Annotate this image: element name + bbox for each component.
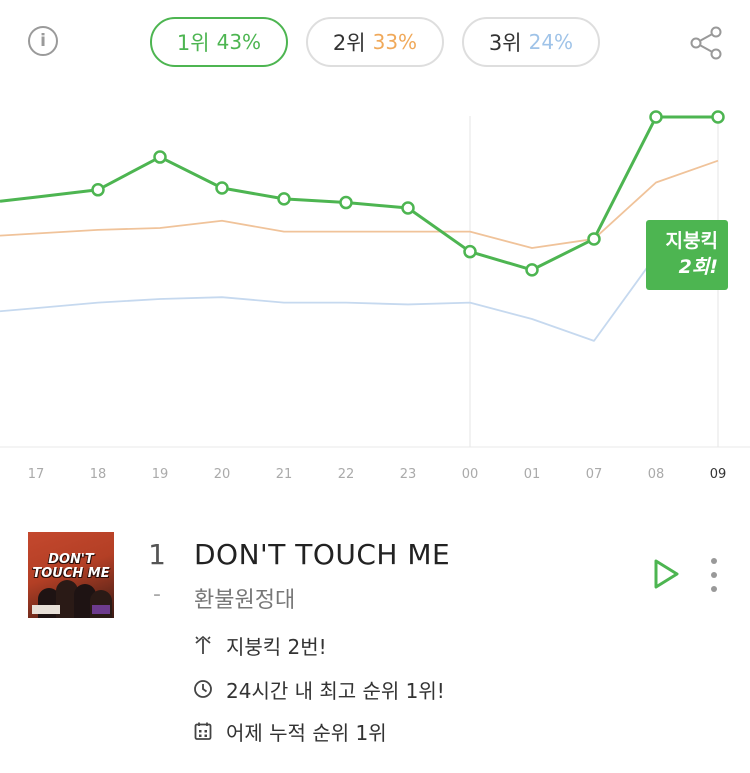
artist-name[interactable]: 환불원정대 [194, 582, 295, 614]
callout-line-2: 2회! [678, 256, 718, 278]
series-line-1 [0, 115, 718, 272]
rank-3-label: 3위 [488, 31, 522, 55]
x-tick-label: 23 [400, 467, 417, 482]
rank-1-pill[interactable]: 1위 43% [150, 17, 288, 67]
top-bar: i 1위 43% 2위 33% 3위 24% [0, 0, 750, 90]
info-circle-icon[interactable]: i [28, 26, 58, 56]
x-tick-label: 09 [710, 467, 727, 482]
x-tick-label: 00 [462, 467, 479, 482]
fact-text: 24시간 내 최고 순위 1위! [226, 678, 445, 703]
series-line-3 [0, 241, 719, 342]
callout-line-1: 지붕킥 [665, 230, 718, 252]
roof-kick-callout: 지붕킥 2회! [646, 220, 728, 290]
chart-canvas: 17 18 19 20 21 22 23 00 01 07 08 09 [0, 110, 750, 482]
x-tick-label: 19 [152, 467, 169, 482]
data-point [277, 192, 291, 206]
album-cover[interactable]: DON'T TOUCH ME [28, 532, 114, 618]
rank-3-pill[interactable]: 3위 24% [462, 17, 600, 67]
play-icon[interactable] [652, 558, 680, 590]
calendar-icon [192, 720, 214, 742]
cover-badge [32, 605, 60, 614]
x-tick-label: 22 [338, 467, 355, 482]
data-point [525, 263, 539, 277]
share-icon[interactable] [688, 25, 724, 61]
rank-1-label: 1위 [176, 31, 210, 55]
cover-badge [92, 605, 110, 614]
x-tick-label: 01 [524, 467, 541, 482]
rank-1-percentage: 43% [216, 30, 262, 54]
data-point [401, 201, 415, 215]
fact-text: 지붕킥 2번! [226, 634, 327, 659]
cover-text-1: DON'T [48, 552, 94, 567]
x-tick-label: 08 [648, 467, 665, 482]
cover-text-2: TOUCH ME [32, 566, 110, 581]
rank-2-pill[interactable]: 2위 33% [306, 17, 444, 67]
data-point [649, 110, 663, 124]
data-point [463, 244, 477, 259]
rank-3-percentage: 24% [528, 30, 574, 54]
data-point [153, 150, 167, 164]
x-tick-label: 20 [214, 467, 231, 482]
rank-2-label: 2위 [332, 31, 366, 55]
data-point [711, 110, 725, 124]
data-point [215, 181, 229, 195]
more-options-icon[interactable] [704, 558, 724, 592]
fact-roof-kick: 지붕킥 2번! [192, 630, 327, 660]
song-row[interactable]: DON'T TOUCH ME 1 - DON'T TOUCH ME 환불원정대 … [0, 530, 750, 773]
rank-change: - [153, 582, 161, 607]
data-point [587, 232, 601, 246]
x-tick-label: 17 [28, 467, 45, 482]
fact-cumulative-rank: 어제 누적 순위 1위 [192, 716, 387, 746]
song-title[interactable]: DON'T TOUCH ME [194, 538, 450, 571]
x-tick-label: 07 [586, 467, 603, 482]
x-tick-label: 18 [90, 467, 107, 482]
rank-number: 1 [148, 538, 166, 571]
roof-kick-icon [192, 634, 214, 656]
x-tick-label: 21 [276, 467, 293, 482]
data-point [339, 195, 353, 210]
rank-2-percentage: 33% [372, 30, 418, 54]
clock-icon [192, 678, 214, 700]
data-point [91, 183, 105, 197]
fact-best-rank: 24시간 내 최고 순위 1위! [192, 674, 445, 704]
hourly-rank-chart: 17 18 19 20 21 22 23 00 01 07 08 09 지붕킥 2회! [0, 90, 750, 500]
fact-text: 어제 누적 순위 1위 [226, 720, 387, 745]
